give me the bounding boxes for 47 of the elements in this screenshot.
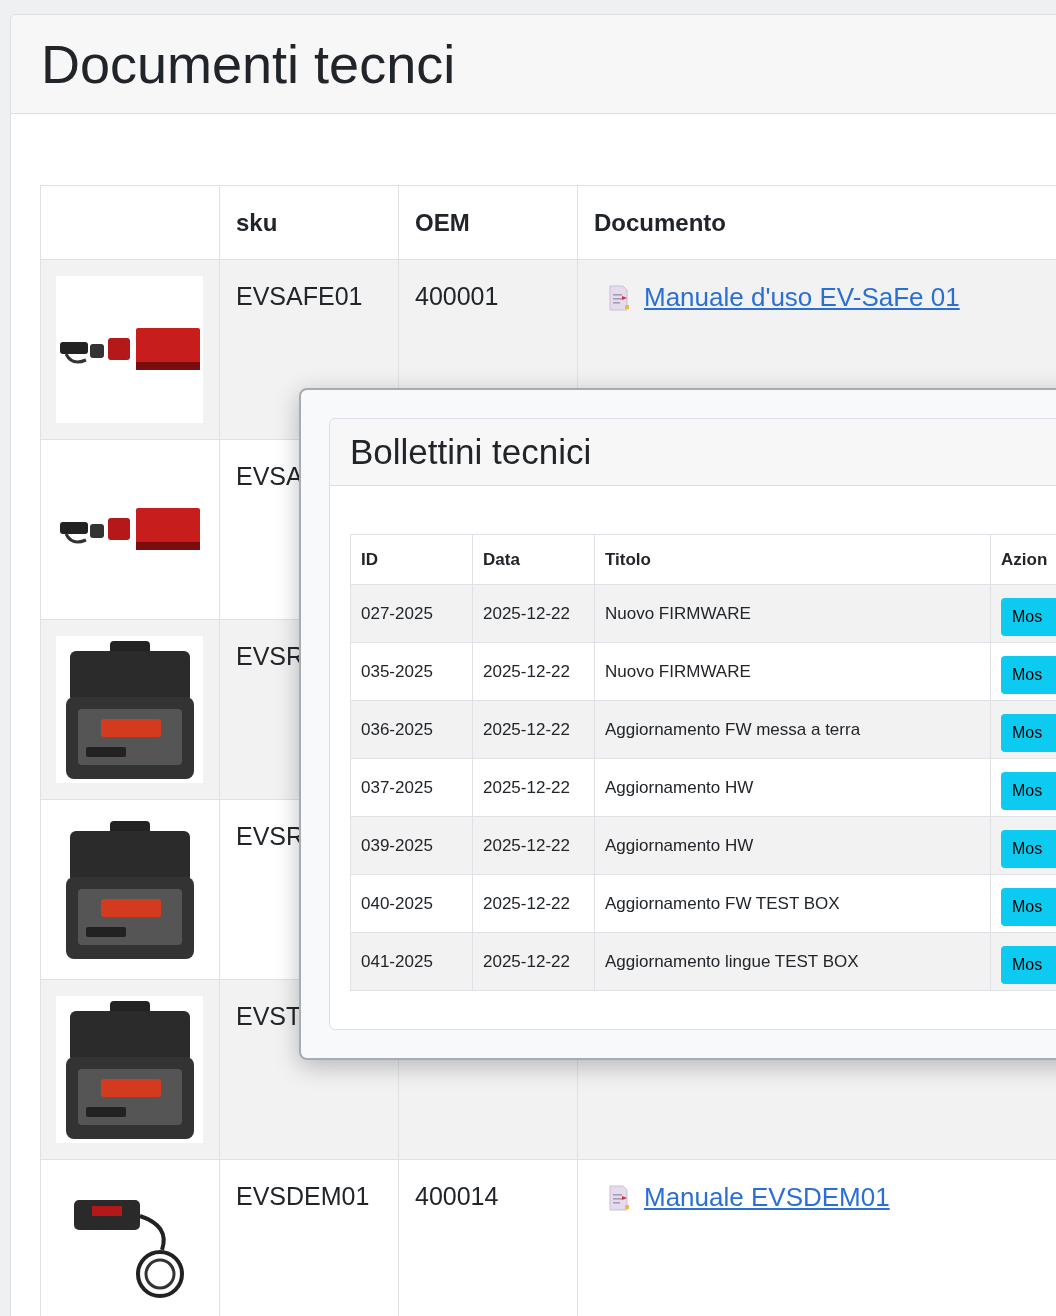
sku-cell: EVSA <box>236 462 303 490</box>
show-button[interactable]: Mos <box>1001 597 1056 636</box>
oem-cell: 400001 <box>415 282 499 310</box>
sku-cell: EVSAFE01 <box>236 282 363 310</box>
oem-cell: 400014 <box>415 1182 499 1210</box>
date-cell: 2025-12-22 <box>472 584 595 643</box>
id-cell: 039-2025 <box>350 816 473 875</box>
title-cell: Aggiornamento FW TEST BOX <box>594 874 991 933</box>
title-cell: Aggiornamento FW messa a terra <box>594 700 991 759</box>
date-cell: 2025-12-22 <box>472 700 595 759</box>
show-button[interactable]: Mos <box>1001 945 1056 984</box>
show-button[interactable]: Mos <box>1001 713 1056 752</box>
page-title: Documenti tecnci <box>41 33 456 95</box>
id-cell: 036-2025 <box>350 700 473 759</box>
title-cell: Aggiornamento HW <box>594 816 991 875</box>
id-cell: 040-2025 <box>350 874 473 933</box>
document-link[interactable]: Manuale d'uso EV-SaFe 01 <box>644 282 960 313</box>
column-header: ID <box>350 534 473 585</box>
modal-title: Bollettini tecnici <box>350 432 592 472</box>
title-cell: Aggiornamento HW <box>594 758 991 817</box>
column-header: sku <box>219 185 399 260</box>
document-icon <box>608 284 630 311</box>
document-icon <box>608 1184 630 1211</box>
sku-cell: EVST <box>236 1002 302 1030</box>
show-button[interactable]: Mos <box>1001 887 1056 926</box>
show-button[interactable]: Mos <box>1001 771 1056 810</box>
title-cell: Aggiornamento lingue TEST BOX <box>594 932 991 991</box>
date-cell: 2025-12-22 <box>472 758 595 817</box>
show-button[interactable]: Mos <box>1001 655 1056 694</box>
column-header: Titolo <box>594 534 991 585</box>
column-header: Documento <box>577 185 1056 260</box>
show-button[interactable]: Mos <box>1001 829 1056 868</box>
id-cell: 027-2025 <box>350 584 473 643</box>
column-header: Data <box>472 534 595 585</box>
date-cell: 2025-12-22 <box>472 932 595 991</box>
id-cell: 037-2025 <box>350 758 473 817</box>
title-cell: Nuovo FIRMWARE <box>594 584 991 643</box>
column-header: Azion <box>990 534 1056 585</box>
id-cell: 041-2025 <box>350 932 473 991</box>
date-cell: 2025-12-22 <box>472 874 595 933</box>
title-cell: Nuovo FIRMWARE <box>594 642 991 701</box>
column-header: OEM <box>398 185 578 260</box>
document-link[interactable]: Manuale EVSDEM01 <box>644 1182 890 1213</box>
id-cell: 035-2025 <box>350 642 473 701</box>
date-cell: 2025-12-22 <box>472 642 595 701</box>
date-cell: 2025-12-22 <box>472 816 595 875</box>
sku-cell: EVSDEM01 <box>236 1182 370 1210</box>
